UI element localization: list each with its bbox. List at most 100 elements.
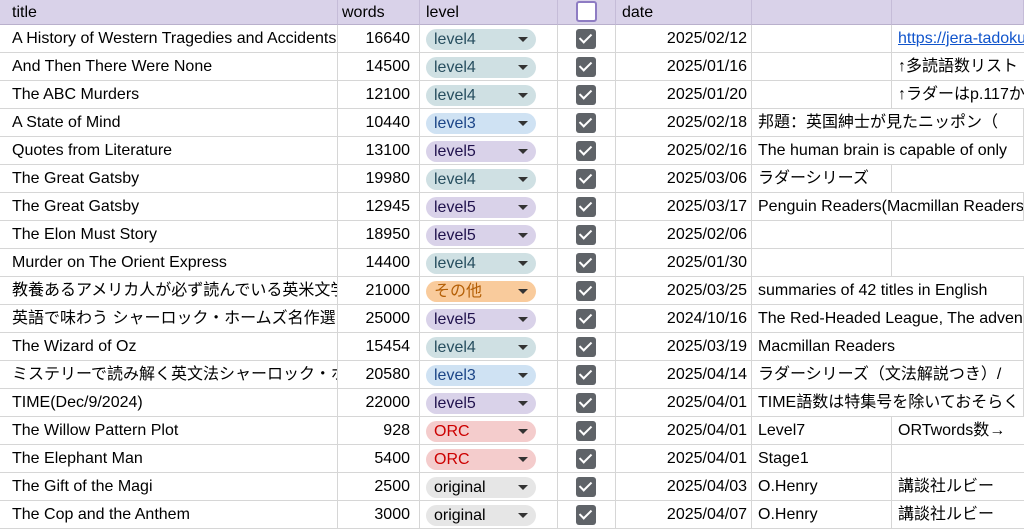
checkbox-cell[interactable] (558, 417, 616, 445)
caret-down-icon[interactable] (518, 401, 528, 406)
date-cell[interactable]: 2025/04/14 (616, 361, 752, 389)
header-empty-g[interactable] (892, 0, 1024, 25)
checkbox-cell[interactable] (558, 445, 616, 473)
extra-cell[interactable] (892, 445, 1024, 473)
checkbox-checked-icon[interactable] (576, 197, 596, 217)
level-cell[interactable]: level5 (420, 221, 558, 249)
words-cell[interactable]: 12100 (338, 81, 420, 109)
checkbox-checked-icon[interactable] (576, 57, 596, 77)
title-cell[interactable]: TIME(Dec/9/2024) (0, 389, 338, 417)
level-dropdown-chip[interactable]: level5 (426, 197, 536, 218)
words-cell[interactable]: 18950 (338, 221, 420, 249)
checkbox-cell[interactable] (558, 473, 616, 501)
checkbox-cell[interactable] (558, 53, 616, 81)
level-dropdown-chip[interactable]: level4 (426, 337, 536, 358)
checkbox-cell[interactable] (558, 277, 616, 305)
checkbox-cell[interactable] (558, 25, 616, 53)
title-cell[interactable]: The Gift of the Magi (0, 473, 338, 501)
header-title[interactable]: title (0, 0, 338, 25)
title-cell[interactable]: Quotes from Literature (0, 137, 338, 165)
header-words[interactable]: words (338, 0, 420, 25)
header-date[interactable]: date (616, 0, 752, 25)
note-cell[interactable] (752, 221, 892, 249)
level-dropdown-chip[interactable]: original (426, 477, 536, 498)
caret-down-icon[interactable] (518, 485, 528, 490)
words-cell[interactable]: 22000 (338, 389, 420, 417)
caret-down-icon[interactable] (518, 457, 528, 462)
level-cell[interactable]: level4 (420, 333, 558, 361)
title-cell[interactable]: The Great Gatsby (0, 165, 338, 193)
level-dropdown-chip[interactable]: level4 (426, 169, 536, 190)
checkbox-checked-icon[interactable] (576, 29, 596, 49)
checkbox-cell[interactable] (558, 389, 616, 417)
checkbox-cell[interactable] (558, 165, 616, 193)
note-cell[interactable] (752, 53, 892, 81)
note-cell[interactable]: The Red-Headed League, The adventure (752, 305, 1024, 333)
title-cell[interactable]: And Then There Were None (0, 53, 338, 81)
title-cell[interactable]: The Cop and the Anthem (0, 501, 338, 529)
date-cell[interactable]: 2025/03/17 (616, 193, 752, 221)
level-cell[interactable]: level3 (420, 361, 558, 389)
date-cell[interactable]: 2025/02/12 (616, 25, 752, 53)
checkbox-checked-icon[interactable] (576, 169, 596, 189)
checkbox-checked-icon[interactable] (576, 141, 596, 161)
date-cell[interactable]: 2025/03/19 (616, 333, 752, 361)
level-cell[interactable]: ORC (420, 445, 558, 473)
header-level[interactable]: level (420, 0, 558, 25)
note-cell[interactable] (752, 25, 892, 53)
date-cell[interactable]: 2024/10/16 (616, 305, 752, 333)
date-cell[interactable]: 2025/01/30 (616, 249, 752, 277)
title-cell[interactable]: 英語で味わう シャーロック・ホームズ名作選 (0, 305, 338, 333)
date-cell[interactable]: 2025/04/01 (616, 445, 752, 473)
checkbox-cell[interactable] (558, 249, 616, 277)
link-text[interactable]: https://jera-tadoku (898, 30, 1024, 47)
words-cell[interactable]: 14500 (338, 53, 420, 81)
title-cell[interactable]: A State of Mind (0, 109, 338, 137)
note-cell[interactable]: O.Henry (752, 501, 892, 529)
caret-down-icon[interactable] (518, 317, 528, 322)
checkbox-checked-icon[interactable] (576, 113, 596, 133)
level-dropdown-chip[interactable]: level5 (426, 141, 536, 162)
level-dropdown-chip[interactable]: original (426, 505, 536, 526)
date-cell[interactable]: 2025/04/07 (616, 501, 752, 529)
title-cell[interactable]: The Elephant Man (0, 445, 338, 473)
words-cell[interactable]: 928 (338, 417, 420, 445)
note-cell[interactable]: The human brain is capable of only (752, 137, 1024, 165)
checkbox-cell[interactable] (558, 501, 616, 529)
note-cell[interactable]: 邦題：英国紳士が見たニッポン（ (752, 109, 1024, 137)
caret-down-icon[interactable] (518, 93, 528, 98)
checkbox-checked-icon[interactable] (576, 337, 596, 357)
checkbox-checked-icon[interactable] (576, 449, 596, 469)
level-cell[interactable]: level3 (420, 109, 558, 137)
note-cell[interactable]: ラダーシリーズ（文法解説つき）/ (752, 361, 1024, 389)
words-cell[interactable]: 15454 (338, 333, 420, 361)
words-cell[interactable]: 13100 (338, 137, 420, 165)
note-cell[interactable]: Stage1 (752, 445, 892, 473)
level-cell[interactable]: original (420, 473, 558, 501)
note-cell[interactable]: ラダーシリーズ (752, 165, 892, 193)
extra-cell[interactable]: ↑多読語数リスト (892, 53, 1024, 81)
level-cell[interactable]: level4 (420, 81, 558, 109)
caret-down-icon[interactable] (518, 149, 528, 154)
header-checkbox-cell[interactable] (558, 0, 616, 25)
caret-down-icon[interactable] (518, 345, 528, 350)
level-dropdown-chip[interactable]: level3 (426, 113, 536, 134)
title-cell[interactable]: Murder on The Orient Express (0, 249, 338, 277)
caret-down-icon[interactable] (518, 233, 528, 238)
date-cell[interactable]: 2025/04/01 (616, 417, 752, 445)
checkbox-checked-icon[interactable] (576, 309, 596, 329)
extra-cell[interactable]: 講談社ルビー (892, 473, 1024, 501)
level-cell[interactable]: level4 (420, 53, 558, 81)
checkbox-cell[interactable] (558, 305, 616, 333)
level-dropdown-chip[interactable]: level4 (426, 253, 536, 274)
checkbox-checked-icon[interactable] (576, 365, 596, 385)
level-dropdown-chip[interactable]: level5 (426, 309, 536, 330)
level-dropdown-chip[interactable]: level3 (426, 365, 536, 386)
date-cell[interactable]: 2025/04/03 (616, 473, 752, 501)
level-dropdown-chip[interactable]: ORC (426, 449, 536, 470)
caret-down-icon[interactable] (518, 513, 528, 518)
level-dropdown-chip[interactable]: level4 (426, 85, 536, 106)
title-cell[interactable]: The Wizard of Oz (0, 333, 338, 361)
caret-down-icon[interactable] (518, 289, 528, 294)
extra-cell[interactable]: ORTwords数→ (892, 417, 1024, 445)
